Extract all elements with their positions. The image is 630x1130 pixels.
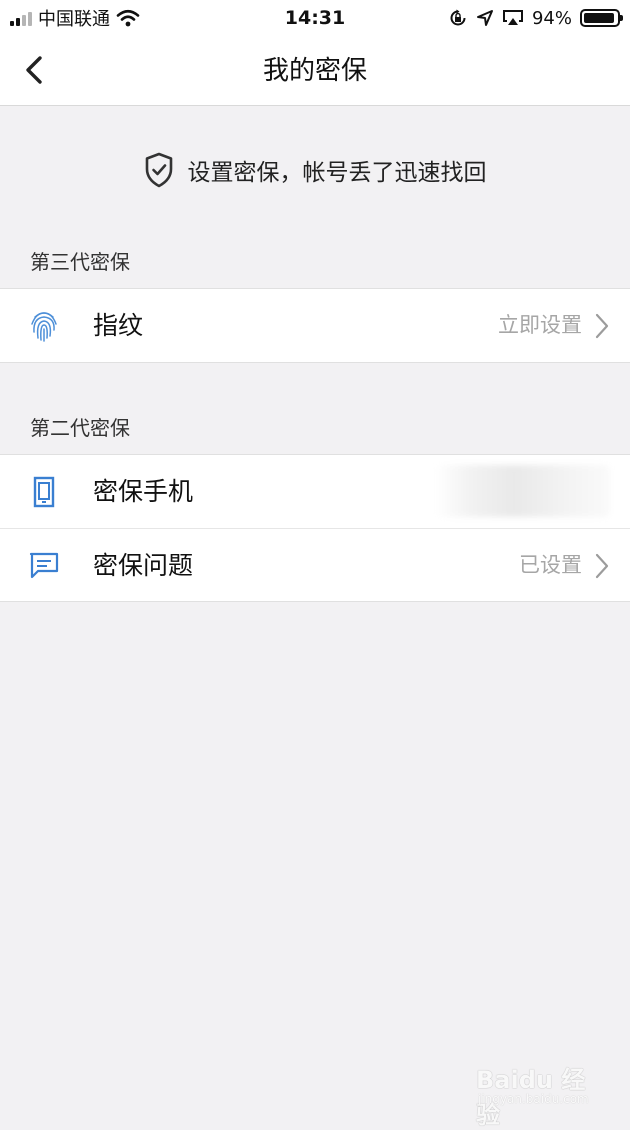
watermark-url: jingyan.baidu.com [478, 1092, 589, 1106]
section-second-gen: 密保手机 密保问题 已设置 [0, 454, 630, 602]
blurred-phone-number [435, 465, 610, 517]
chevron-right-icon [595, 313, 609, 339]
battery-percentage: 94% [531, 7, 572, 29]
fingerprint-label: 指纹 [93, 311, 144, 340]
orientation-lock-icon [450, 9, 466, 26]
baidu-watermark: Baidu 经验 jingyan.baidu.com [476, 1052, 596, 1129]
airplay-icon [502, 10, 523, 25]
status-bar: 中国联通 14:31 94% [0, 0, 630, 36]
fingerprint-status: 立即设置 [498, 313, 582, 337]
list-item-security-phone[interactable]: 密保手机 [0, 455, 630, 528]
section-header-third-gen: 第三代密保 [30, 250, 130, 274]
location-arrow-icon [476, 10, 493, 26]
security-question-label: 密保问题 [93, 551, 194, 580]
page-title: 我的密保 [262, 56, 367, 86]
section-third-gen: 指纹 立即设置 [0, 288, 630, 363]
tip-text: 设置密保，帐号丢了迅速找回 [187, 160, 487, 186]
fingerprint-icon [24, 306, 64, 346]
battery-icon [580, 9, 623, 27]
security-tip: 设置密保，帐号丢了迅速找回 [0, 146, 630, 194]
section-header-second-gen: 第二代密保 [30, 416, 130, 440]
list-item-security-question[interactable]: 密保问题 已设置 [0, 528, 630, 601]
navigation-bar: 我的密保 [0, 36, 630, 106]
phone-icon [24, 472, 64, 512]
shield-check-icon [145, 152, 172, 188]
security-phone-label: 密保手机 [93, 477, 194, 506]
security-question-status: 已设置 [519, 553, 582, 577]
battery-fill [584, 13, 615, 23]
list-item-fingerprint[interactable]: 指纹 立即设置 [0, 289, 630, 362]
chevron-right-icon [595, 553, 609, 579]
chat-bubble-icon [24, 546, 64, 586]
status-right: 94% [448, 0, 623, 36]
